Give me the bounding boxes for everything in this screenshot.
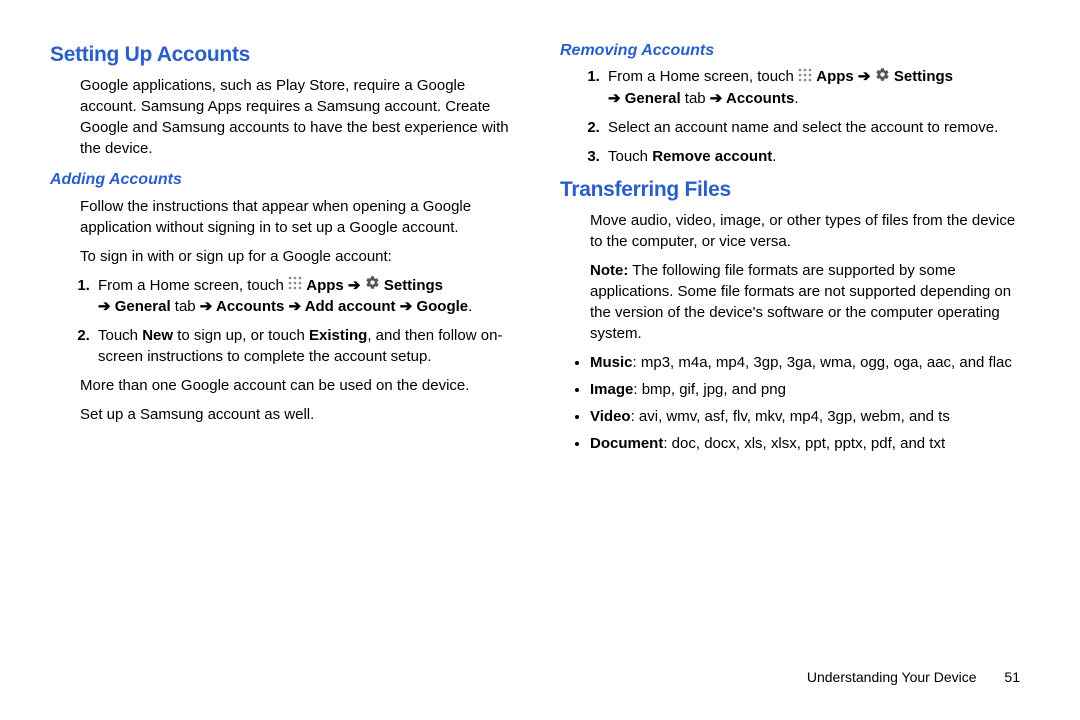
adding-steps-list: From a Home screen, touch Apps ➔ Se <box>50 275 520 368</box>
note-paragraph: Note: The following file formats are sup… <box>590 260 1030 344</box>
heading-removing-accounts: Removing Accounts <box>560 40 1030 62</box>
removing-step-1: From a Home screen, touch Apps ➔ Se <box>604 66 1030 109</box>
removing-step-3: Touch Remove account. <box>604 146 1030 167</box>
apps-grid-icon <box>288 275 302 296</box>
format-music: Music: mp3, m4a, mp4, 3gp, 3ga, wma, ogg… <box>590 352 1030 373</box>
intro-paragraph: Google applications, such as Play Store,… <box>80 75 520 159</box>
format-document: Document: doc, docx, xls, xlsx, ppt, ppt… <box>590 433 1030 454</box>
heading-transferring-files: Transferring Files <box>560 175 1030 204</box>
move-paragraph: Move audio, video, image, or other types… <box>590 210 1030 252</box>
page-footer: Understanding Your Device 51 <box>807 668 1020 688</box>
signin-paragraph: To sign in with or sign up for a Google … <box>80 246 520 267</box>
settings-gear-icon <box>875 67 890 88</box>
footer-section: Understanding Your Device <box>807 669 977 685</box>
right-column: Removing Accounts From a Home screen, to… <box>560 40 1030 462</box>
format-list: Music: mp3, m4a, mp4, 3gp, 3ga, wma, ogg… <box>560 352 1030 454</box>
setup-samsung-paragraph: Set up a Samsung account as well. <box>80 404 520 425</box>
more-google-paragraph: More than one Google account can be used… <box>80 375 520 396</box>
adding-step-1: From a Home screen, touch Apps ➔ Se <box>94 275 520 318</box>
follow-paragraph: Follow the instructions that appear when… <box>80 196 520 238</box>
heading-setting-up-accounts: Setting Up Accounts <box>50 40 520 69</box>
format-image: Image: bmp, gif, jpg, and png <box>590 379 1030 400</box>
page-number: 51 <box>1004 669 1020 685</box>
format-video: Video: avi, wmv, asf, flv, mkv, mp4, 3gp… <box>590 406 1030 427</box>
left-column: Setting Up Accounts Google applications,… <box>50 40 520 462</box>
apps-grid-icon <box>798 67 812 88</box>
heading-adding-accounts: Adding Accounts <box>50 169 520 191</box>
removing-step-2: Select an account name and select the ac… <box>604 117 1030 138</box>
removing-steps-list: From a Home screen, touch Apps ➔ Se <box>560 66 1030 167</box>
adding-step-2: Touch New to sign up, or touch Existing,… <box>94 325 520 367</box>
settings-gear-icon <box>365 275 380 296</box>
